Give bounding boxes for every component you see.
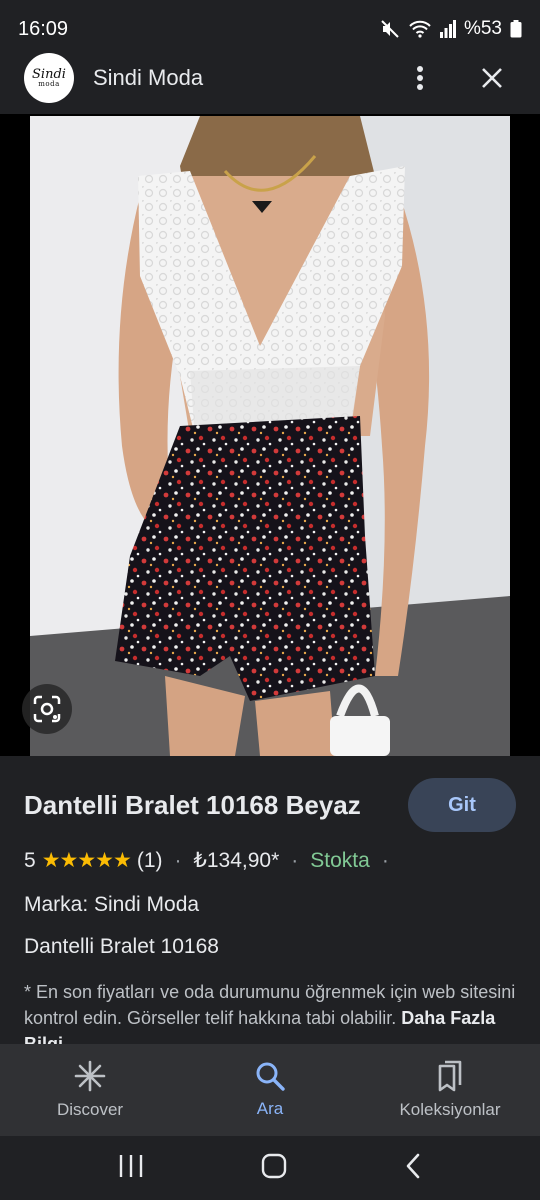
rating-row: 5 ★★★★★ (1) · ₺134,90* · Stokta ·: [24, 848, 516, 873]
brand-line: Marka: Sindi Moda: [24, 893, 200, 916]
nav-search-label: Ara: [256, 1099, 284, 1118]
lens-icon: [33, 695, 61, 723]
price: ₺134,90*: [193, 849, 280, 872]
back-icon: [406, 1153, 419, 1178]
model-line: Dantelli Bralet 10168: [24, 935, 219, 958]
discover-icon: [74, 1060, 106, 1092]
search-icon: [256, 1062, 285, 1091]
site-logo: Sindi moda: [24, 53, 74, 103]
recent-apps-button[interactable]: [118, 1154, 144, 1183]
rating-stars: ★★★★★: [41, 849, 132, 872]
system-nav-bar: [0, 1136, 540, 1200]
close-icon: [482, 68, 502, 88]
product-photo-illustration: [30, 116, 510, 756]
logo-subtext: moda: [38, 80, 60, 88]
app-header: Sindi moda Sindi Moda: [0, 42, 540, 114]
separator-dot: ·: [291, 848, 299, 872]
product-info-panel: Dantelli Bralet 10168 Beyaz Git 5 ★★★★★ …: [0, 756, 540, 1044]
battery-icon: [510, 20, 522, 38]
bottom-nav: Discover Ara Koleksiyonlar: [0, 1044, 540, 1136]
mute-icon: [381, 20, 399, 38]
back-button[interactable]: [404, 1153, 422, 1184]
nav-collections[interactable]: Koleksiyonlar: [360, 1044, 540, 1136]
nav-search[interactable]: Ara: [180, 1044, 360, 1136]
recent-apps-icon: [120, 1154, 143, 1177]
more-options-button[interactable]: [396, 54, 444, 102]
review-count: (1): [136, 848, 163, 872]
close-button[interactable]: [468, 54, 516, 102]
signal-icon: [439, 20, 456, 38]
title-row: Dantelli Bralet 10168 Beyaz Git: [24, 778, 516, 832]
disclaimer: * En son fiyatları ve oda durumunu öğren…: [24, 979, 516, 1044]
nav-collections-label: Koleksiyonlar: [399, 1100, 501, 1119]
product-image[interactable]: [30, 116, 510, 756]
nav-discover-label: Discover: [56, 1100, 124, 1119]
separator-dot: ·: [174, 848, 182, 872]
more-vert-icon: [417, 66, 423, 90]
home-button[interactable]: [261, 1153, 287, 1184]
home-icon: [261, 1153, 287, 1178]
status-icons: %53: [380, 18, 522, 40]
collections-icon: [438, 1060, 462, 1092]
battery-percent: %53: [463, 18, 502, 39]
stock-status: Stokta: [310, 848, 370, 872]
separator-dot: ·: [381, 848, 389, 872]
product-title: Dantelli Bralet 10168 Beyaz: [24, 789, 361, 820]
product-image-area: [0, 114, 540, 756]
wifi-icon: [409, 20, 431, 38]
status-time: 16:09: [18, 17, 69, 40]
visit-button[interactable]: Git: [408, 778, 516, 832]
rating-value: 5: [24, 848, 36, 872]
nav-discover[interactable]: Discover: [0, 1044, 180, 1136]
site-name: Sindi Moda: [93, 65, 204, 90]
lens-search-button[interactable]: [22, 684, 72, 734]
